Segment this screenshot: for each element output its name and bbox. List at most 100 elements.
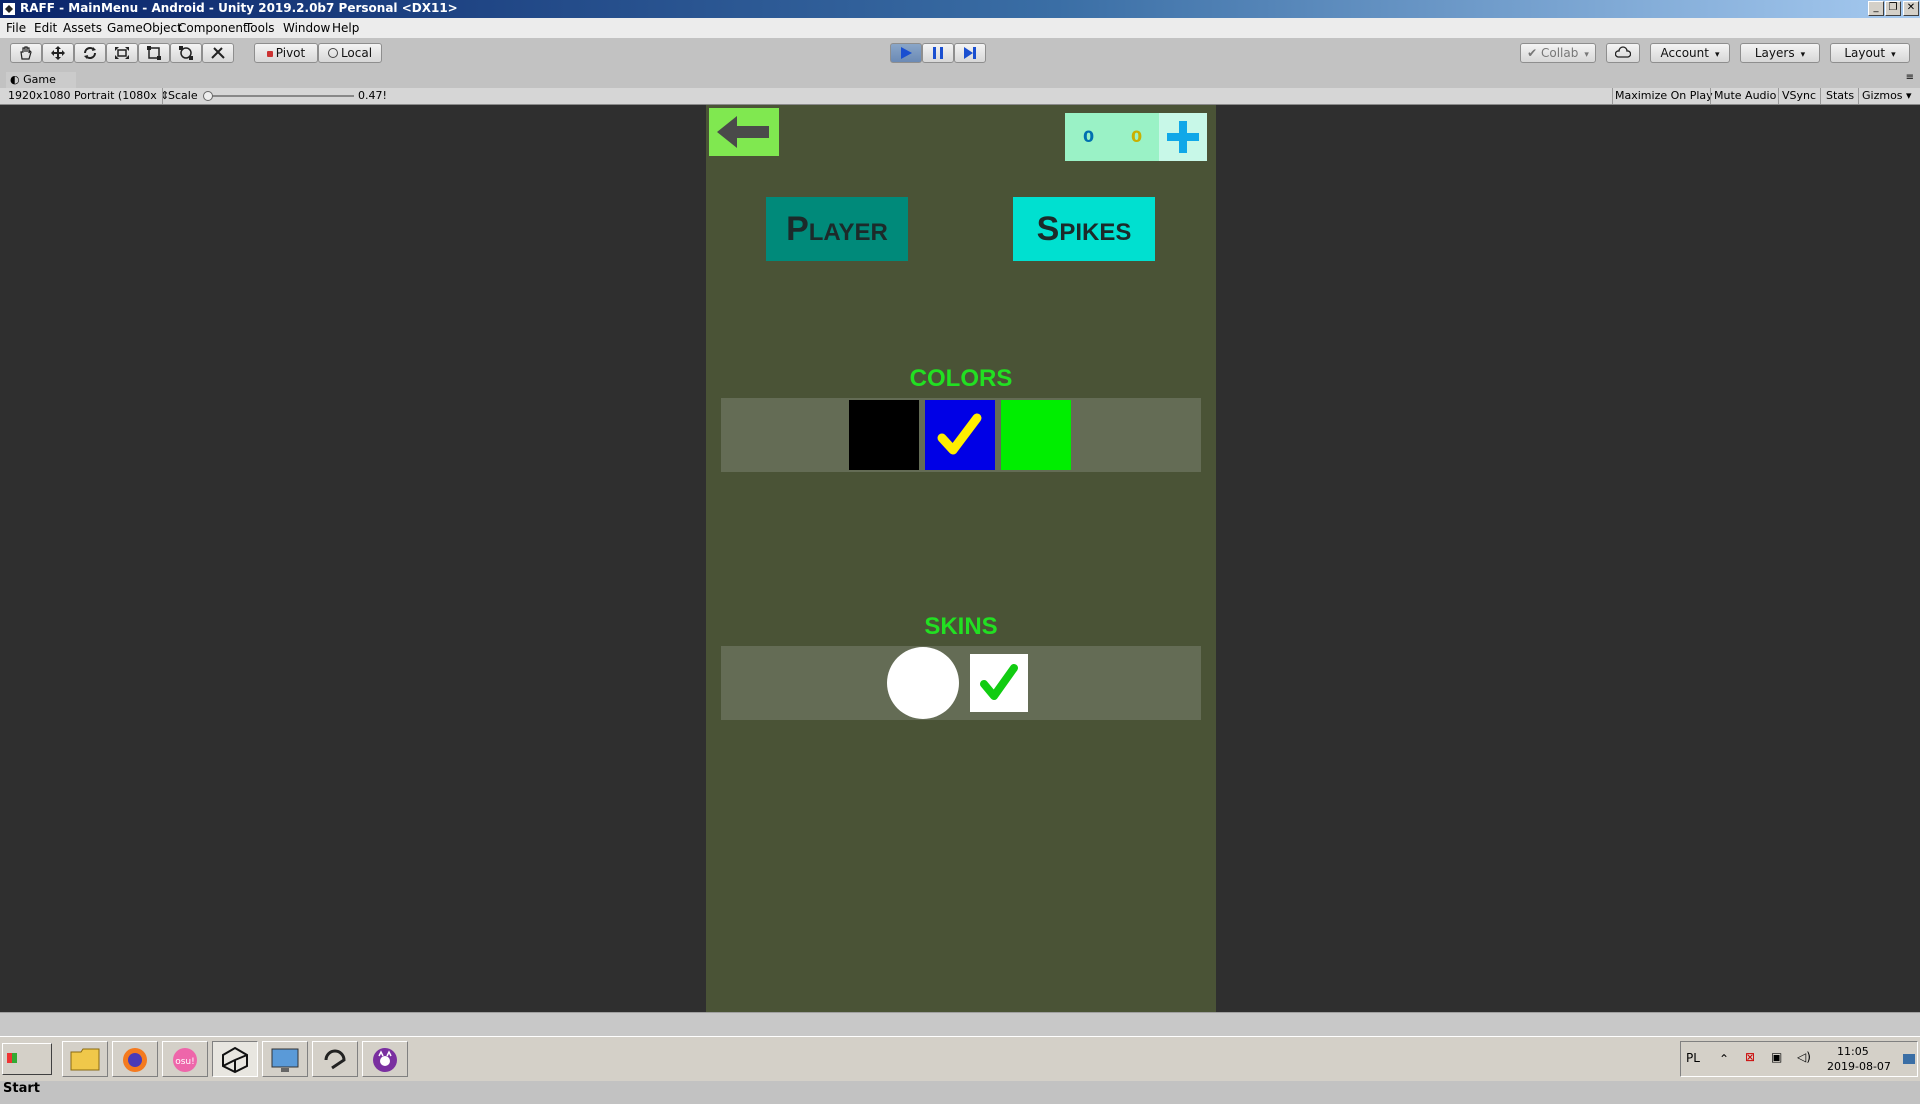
skin-circle[interactable]	[887, 647, 959, 719]
game-tab-label: Game	[23, 73, 56, 86]
app-icon	[324, 1049, 346, 1070]
cloud-button[interactable]	[1606, 43, 1640, 63]
separator	[1710, 88, 1711, 104]
osu-icon: osu!	[173, 1048, 197, 1072]
monitor-icon	[271, 1048, 299, 1072]
unity-icon	[3, 3, 15, 15]
gizmos-dropdown[interactable]: Gizmos ▾	[1862, 89, 1912, 103]
skins-title: SKINS	[924, 613, 998, 640]
clock-date[interactable]: 2019-08-07	[1827, 1060, 1891, 1073]
firefox-icon	[123, 1048, 147, 1072]
taskbar-app-7[interactable]	[362, 1041, 408, 1077]
account-label: Account	[1660, 46, 1709, 60]
menu-tools[interactable]: Tools	[245, 21, 275, 35]
taskbar-app-explorer[interactable]	[62, 1041, 108, 1077]
scale-value: 0.47!	[358, 89, 387, 102]
main-toolbar: Pivot Local ✔ Collab Account Layers Layo…	[0, 38, 1920, 71]
menu-bar: File Edit Assets GameObject Component To…	[0, 18, 1920, 38]
game-screen: 0 0 Player Spikes COLORS SKINS	[706, 105, 1216, 1012]
color-swatch-blue[interactable]	[925, 400, 995, 470]
chevron-up-icon[interactable]: ⌃	[1719, 1052, 1729, 1066]
skins-panel	[721, 646, 1201, 720]
back-button[interactable]	[709, 108, 779, 156]
volume-icon[interactable]: ◁)	[1797, 1050, 1811, 1064]
transform-tool-button[interactable]	[170, 43, 202, 63]
game-tab-strip: ◐ Game ≡	[0, 70, 1920, 88]
account-dropdown[interactable]: Account	[1650, 43, 1730, 63]
taskbar-app-unity[interactable]	[212, 1041, 258, 1077]
custom-tool-button[interactable]	[202, 43, 234, 63]
mute-audio-toggle[interactable]: Mute Audio	[1714, 89, 1776, 103]
rect-tool-button[interactable]	[138, 43, 170, 63]
menu-assets[interactable]: Assets	[63, 21, 102, 35]
tab-game[interactable]: ◐ Game	[6, 72, 76, 88]
unity-icon	[222, 1046, 248, 1074]
pause-button[interactable]	[922, 43, 954, 63]
play-button[interactable]	[890, 43, 922, 63]
collab-check-icon: ✔	[1527, 46, 1538, 60]
title-bar: RAFF - MainMenu - Android - Unity 2019.2…	[0, 0, 1920, 18]
move-icon	[51, 46, 65, 60]
separator	[1778, 88, 1779, 104]
close-button[interactable]: ✕	[1903, 1, 1919, 16]
menu-edit[interactable]: Edit	[34, 21, 57, 35]
separator	[1858, 88, 1859, 104]
taskbar-app-firefox[interactable]	[112, 1041, 158, 1077]
stats-toggle[interactable]: Stats	[1826, 89, 1854, 103]
menu-help[interactable]: Help	[332, 21, 359, 35]
layout-label: Layout	[1844, 46, 1886, 60]
network-icon[interactable]: ▣	[1771, 1050, 1782, 1064]
plus-icon	[1167, 121, 1199, 153]
taskbar-app-remote-desktop[interactable]	[262, 1041, 308, 1077]
maximize-on-play-toggle[interactable]: Maximize On Play	[1615, 89, 1713, 103]
tab-menu-icon[interactable]: ≡	[1906, 72, 1914, 83]
restore-button[interactable]: ❐	[1885, 1, 1901, 16]
scale-slider-track[interactable]	[204, 95, 354, 97]
rotate-tool-button[interactable]	[74, 43, 106, 63]
network-error-icon[interactable]: ⊠	[1745, 1050, 1755, 1064]
local-icon	[327, 48, 338, 58]
skin-selected-checkbox[interactable]	[970, 654, 1028, 712]
color-swatch-black[interactable]	[849, 400, 919, 470]
pivot-label: Pivot	[275, 46, 306, 60]
add-currency-button[interactable]	[1159, 113, 1207, 161]
move-tool-button[interactable]	[42, 43, 74, 63]
color-swatch-green[interactable]	[1001, 400, 1071, 470]
show-desktop-button[interactable]	[1903, 1054, 1915, 1064]
window-title: RAFF - MainMenu - Android - Unity 2019.2…	[20, 1, 458, 15]
collab-dropdown[interactable]: ✔ Collab	[1520, 43, 1596, 63]
start-button[interactable]: Start	[2, 1043, 52, 1096]
pivot-toggle[interactable]: Pivot	[254, 43, 318, 63]
start-label: Start	[3, 1081, 40, 1096]
gizmos-label: Gizmos	[1862, 89, 1903, 102]
step-button[interactable]	[954, 43, 986, 63]
local-label: Local	[340, 46, 373, 60]
taskbar-app-osu[interactable]: osu!	[162, 1041, 208, 1077]
layers-dropdown[interactable]: Layers	[1740, 43, 1820, 63]
minimize-button[interactable]: _	[1868, 1, 1884, 16]
collab-label: Collab	[1541, 46, 1589, 60]
menu-file[interactable]: File	[6, 21, 26, 35]
layout-dropdown[interactable]: Layout	[1830, 43, 1910, 63]
resolution-label: 1920x1080 Portrait (1080x	[8, 89, 157, 102]
scale-tool-button[interactable]	[106, 43, 138, 63]
hand-tool-button[interactable]	[10, 43, 42, 63]
clock-time[interactable]: 11:05	[1837, 1045, 1869, 1058]
taskbar: Start osu! PL ⌃ ⊠ ▣ ◁) 11:05 2019-08-07	[0, 1036, 1920, 1096]
counter-a-value: 0	[1083, 127, 1095, 146]
local-toggle[interactable]: Local	[318, 43, 382, 63]
taskbar-app-6[interactable]	[312, 1041, 358, 1077]
menu-component[interactable]: Component	[178, 21, 248, 35]
vsync-toggle[interactable]: VSync	[1782, 89, 1816, 103]
player-button[interactable]: Player	[766, 197, 908, 261]
menu-window[interactable]: Window	[283, 21, 330, 35]
spikes-button[interactable]: Spikes	[1013, 197, 1155, 261]
transform-icon	[179, 46, 193, 60]
scale-slider-thumb[interactable]	[203, 91, 213, 101]
counter-b-value: 0	[1131, 127, 1143, 146]
currency-counter: 0 0	[1065, 113, 1159, 161]
rotate-icon	[84, 47, 96, 59]
menu-gameobject[interactable]: GameObject	[107, 21, 182, 35]
resolution-dropdown[interactable]: 1920x1080 Portrait (1080x ⇕	[8, 89, 169, 103]
status-bar	[0, 1012, 1920, 1037]
